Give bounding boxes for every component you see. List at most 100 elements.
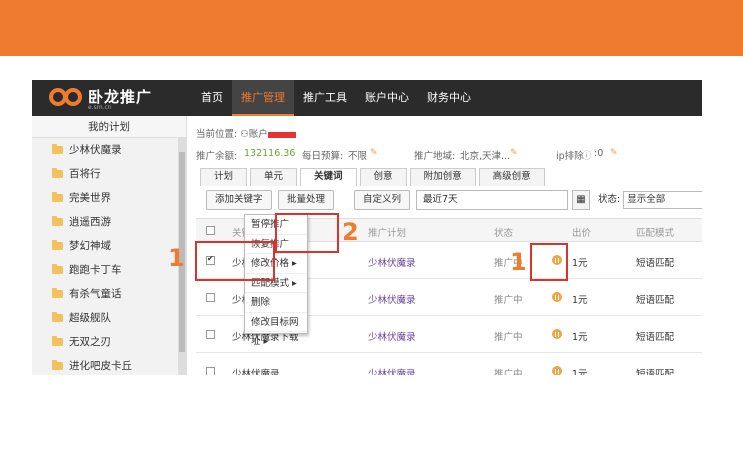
row-checkbox[interactable]: [206, 330, 215, 339]
sidebar-item[interactable]: 有杀气童话: [32, 282, 177, 306]
sidebar-item[interactable]: 完美世界: [32, 186, 177, 210]
sidebar-item[interactable]: 超级舰队: [32, 306, 177, 330]
nav-finance-center[interactable]: 财务中心: [418, 80, 480, 116]
tab-advanced-creative[interactable]: 高级创意: [478, 168, 545, 186]
sidebar-header: 我的计划: [32, 116, 186, 138]
sidebar-item-label: 超级舰队: [69, 312, 111, 324]
tab-creative[interactable]: 创意: [359, 168, 407, 186]
folder-icon: [52, 288, 63, 298]
sidebar-item[interactable]: 梦幻神域: [32, 234, 177, 258]
ip-label: ip排除: [556, 151, 584, 162]
status-filter: 状态: 显示全部: [598, 190, 702, 210]
plan-link[interactable]: 少林伏魔录: [368, 329, 416, 343]
status-filter-label: 状态:: [598, 194, 621, 205]
folder-icon: [52, 192, 63, 202]
sidebar-item-label: 逍遥西游: [69, 216, 111, 228]
bid-cell[interactable]: 1元: [572, 255, 588, 269]
level-tabs: 计划 单元 关键词 创意 附加创意 高级创意: [200, 168, 548, 186]
folder-icon: [52, 168, 63, 178]
pause-icon[interactable]: [552, 292, 562, 302]
status-cell: 推广中: [494, 295, 523, 306]
edit-region-icon[interactable]: ✎: [510, 148, 518, 158]
breadcrumb-label: 当前位置:: [196, 129, 241, 140]
col-match[interactable]: 匹配模式: [636, 225, 674, 239]
status-filter-select[interactable]: 显示全部: [623, 191, 702, 209]
menu-item-modify-target-url[interactable]: 修改目标网址 ▸: [245, 313, 307, 347]
nav-account-center[interactable]: 账户中心: [356, 80, 418, 116]
sidebar-item-label: 少林伏魔录: [69, 144, 122, 156]
region-label: 推广地域:: [414, 151, 456, 162]
nav-home[interactable]: 首页: [192, 80, 232, 116]
tab-extra-creative[interactable]: 附加创意: [409, 168, 476, 186]
app-window: 卧龙推广 e.sm.cn 首页 推广管理 推广工具 账户中心 财务中心 我的计划…: [32, 80, 702, 375]
highlight-status-icon: [530, 243, 568, 281]
pause-icon[interactable]: [552, 329, 562, 339]
status-cell: 推广中: [494, 369, 523, 375]
sidebar-item[interactable]: 百将行: [32, 162, 177, 186]
region-value: 北京,天津...: [460, 151, 511, 162]
batch-process-button[interactable]: 批量处理: [278, 190, 335, 210]
menu-item-delete[interactable]: 删除: [245, 293, 307, 313]
folder-icon: [52, 360, 63, 370]
toolbar: 添加关键字 批量处理 自定义列 最近7天 ▦ 状态: 显示全部: [196, 190, 702, 212]
folder-icon: [52, 264, 63, 274]
row-checkbox[interactable]: [206, 367, 215, 375]
logo[interactable]: 卧龙推广 e.sm.cn: [48, 86, 178, 112]
budget-value: 不限: [348, 151, 368, 162]
sidebar-item[interactable]: 少林伏魔录: [32, 138, 177, 162]
match-cell: 短语匹配: [636, 258, 675, 269]
custom-column-button[interactable]: 自定义列: [354, 190, 411, 210]
plan-link[interactable]: 少林伏魔录: [368, 292, 416, 306]
tab-unit[interactable]: 单元: [250, 168, 298, 186]
bid-cell[interactable]: 1元: [572, 329, 588, 343]
account-label[interactable]: 账户: [249, 129, 268, 140]
sidebar-item-label: 跑跑卡丁车: [69, 264, 122, 276]
main-nav: 首页 推广管理 推广工具 账户中心 财务中心: [192, 80, 480, 116]
help-icon[interactable]: ⓘ: [582, 148, 592, 162]
folder-icon: [52, 216, 63, 226]
match-cell: 短语匹配: [636, 369, 675, 375]
row-checkbox[interactable]: [206, 293, 215, 302]
plan-link[interactable]: 少林伏魔录: [368, 255, 416, 269]
table-row[interactable]: 少林伏魔录 少林伏魔录 推广中 1元 短语匹配: [196, 353, 702, 375]
plan-link[interactable]: 少林伏魔录: [368, 366, 416, 375]
col-status[interactable]: 状态: [494, 225, 513, 239]
sidebar-item-label: 完美世界: [69, 192, 111, 204]
col-bid[interactable]: 出价: [572, 225, 591, 239]
sidebar-item-label: 进化吧皮卡丘: [69, 360, 132, 372]
match-cell: 短语匹配: [636, 332, 675, 343]
sidebar-item-label: 百将行: [69, 168, 101, 180]
balance-value: 132116.36: [244, 148, 296, 159]
sidebar-item[interactable]: 逍遥西游: [32, 210, 177, 234]
step-number-1-left: 1: [168, 244, 185, 272]
ip-value: :0: [594, 148, 604, 159]
sidebar-item[interactable]: 进化吧皮卡丘: [32, 354, 177, 375]
date-range-select[interactable]: 最近7天: [416, 190, 568, 210]
status-cell: 推广中: [494, 332, 523, 343]
select-all-checkbox[interactable]: [206, 226, 215, 235]
folder-icon: [52, 240, 63, 250]
balance-label: 推广余额:: [196, 151, 238, 162]
nav-promotion-tools[interactable]: 推广工具: [294, 80, 356, 116]
col-plan[interactable]: 推广计划: [368, 225, 406, 239]
sidebar-item[interactable]: 无双之刃: [32, 330, 177, 354]
match-cell: 短语匹配: [636, 295, 675, 306]
sidebar-item-label: 有杀气童话: [69, 288, 122, 300]
edit-ip-icon[interactable]: ✎: [610, 148, 618, 158]
pause-icon[interactable]: [552, 366, 562, 375]
folder-icon: [52, 336, 63, 346]
add-keyword-button[interactable]: 添加关键字: [206, 190, 272, 210]
tab-plan[interactable]: 计划: [200, 168, 248, 186]
nav-promotion-management[interactable]: 推广管理: [232, 80, 294, 116]
bid-cell[interactable]: 1元: [572, 366, 588, 375]
tab-keyword[interactable]: 关键词: [300, 168, 357, 186]
top-banner: [0, 0, 743, 56]
grid-icon[interactable]: ▦: [572, 190, 590, 210]
budget-label: 每日预算:: [302, 151, 344, 162]
keyword-cell: 少林伏魔录: [232, 369, 280, 375]
folder-icon: [52, 144, 63, 154]
bid-cell[interactable]: 1元: [572, 292, 588, 306]
sidebar-item[interactable]: 跑跑卡丁车: [32, 258, 177, 282]
edit-budget-icon[interactable]: ✎: [370, 148, 378, 158]
logo-domain: e.sm.cn: [88, 104, 112, 111]
